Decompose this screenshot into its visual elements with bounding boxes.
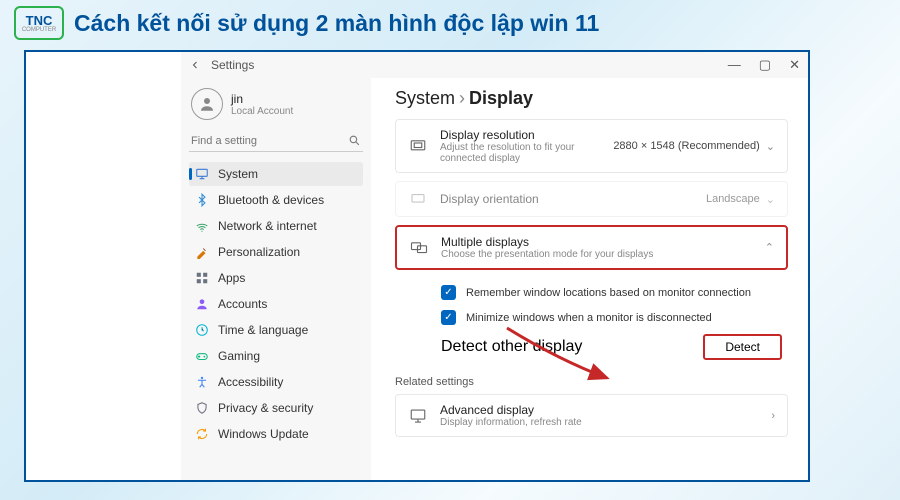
settings-window: Settings — ▢ ✕ jinLocal Account System Bl… <box>181 52 808 480</box>
chevron-right-icon: › <box>771 410 775 422</box>
orientation-title: Display orientation <box>440 192 694 206</box>
advanced-display-desc: Display information, refresh rate <box>440 417 759 428</box>
sidebar-item-label: System <box>218 167 258 181</box>
breadcrumb-root[interactable]: System <box>395 88 455 108</box>
system-icon <box>195 167 209 181</box>
resolution-icon <box>408 137 428 155</box>
sidebar-nav: System Bluetooth & devices Network & inter… <box>189 162 363 446</box>
detect-label: Detect other display <box>441 338 582 356</box>
sidebar-item-time[interactable]: Time & language <box>189 318 363 342</box>
chevron-down-icon: ⌄ <box>766 140 775 153</box>
sidebar-item-label: Time & language <box>218 323 308 337</box>
search-input[interactable] <box>191 135 331 147</box>
acct-icon <box>195 297 209 311</box>
monitor-icon <box>408 407 428 425</box>
sidebar-item-label: Apps <box>218 271 245 285</box>
sidebar-item-label: Privacy & security <box>218 401 313 415</box>
multiple-displays-title: Multiple displays <box>441 235 753 249</box>
bt-icon <box>195 193 209 207</box>
multiple-displays-icon <box>409 239 429 257</box>
sidebar-item-access[interactable]: Accessibility <box>189 370 363 394</box>
orientation-value: Landscape⌄ <box>706 193 775 206</box>
advanced-display-card[interactable]: Advanced displayDisplay information, ref… <box>395 394 788 437</box>
access-icon <box>195 375 209 389</box>
chevron-up-icon[interactable]: ⌃ <box>765 241 774 254</box>
multiple-displays-options: ✓Remember window locations based on moni… <box>395 278 788 368</box>
time-icon <box>195 323 209 337</box>
close-button[interactable]: ✕ <box>789 57 800 73</box>
user-type: Local Account <box>231 106 293 117</box>
sidebar-item-priv[interactable]: Privacy & security <box>189 396 363 420</box>
net-icon <box>195 219 209 233</box>
sidebar-item-label: Windows Update <box>218 427 309 441</box>
advanced-display-title: Advanced display <box>440 403 759 417</box>
article-title: Cách kết nối sử dụng 2 màn hình độc lập … <box>74 10 599 37</box>
search-box[interactable] <box>189 130 363 152</box>
resolution-desc: Adjust the resolution to fit your connec… <box>440 142 601 164</box>
checkbox-checked-icon[interactable]: ✓ <box>441 310 456 325</box>
sidebar-item-label: Personalization <box>218 245 300 259</box>
sidebar-item-upd[interactable]: Windows Update <box>189 422 363 446</box>
priv-icon <box>195 401 209 415</box>
sidebar-item-label: Accounts <box>218 297 267 311</box>
display-resolution-card[interactable]: Display resolutionAdjust the resolution … <box>395 119 788 173</box>
breadcrumb: System›Display <box>395 88 788 109</box>
detect-button[interactable]: Detect <box>703 334 782 360</box>
related-settings-header: Related settings <box>395 368 788 394</box>
game-icon <box>195 349 209 363</box>
titlebar: Settings — ▢ ✕ <box>181 52 808 78</box>
orientation-icon <box>408 190 428 208</box>
apps-icon <box>195 271 209 285</box>
upd-icon <box>195 427 209 441</box>
back-icon[interactable] <box>189 59 201 71</box>
sidebar-item-game[interactable]: Gaming <box>189 344 363 368</box>
sidebar-item-acct[interactable]: Accounts <box>189 292 363 316</box>
sidebar-item-system[interactable]: System <box>189 162 363 186</box>
breadcrumb-current: Display <box>469 88 533 108</box>
search-icon <box>348 134 361 147</box>
sidebar-item-apps[interactable]: Apps <box>189 266 363 290</box>
resolution-value[interactable]: 2880 × 1548 (Recommended)⌄ <box>613 140 775 153</box>
minimize-button[interactable]: — <box>728 57 741 73</box>
multiple-displays-card[interactable]: Multiple displaysChoose the presentation… <box>395 225 788 270</box>
avatar-icon <box>191 88 223 120</box>
sidebar: jinLocal Account System Bluetooth & devic… <box>181 78 371 480</box>
display-orientation-card: Display orientation Landscape⌄ <box>395 181 788 217</box>
minimize-windows-option[interactable]: ✓Minimize windows when a monitor is disc… <box>441 305 782 330</box>
tnc-logo: TNCCOMPUTER <box>14 6 64 40</box>
sidebar-item-label: Bluetooth & devices <box>218 193 324 207</box>
resolution-title: Display resolution <box>440 128 601 142</box>
sidebar-item-label: Network & internet <box>218 219 317 233</box>
sidebar-item-bt[interactable]: Bluetooth & devices <box>189 188 363 212</box>
sidebar-item-pers[interactable]: Personalization <box>189 240 363 264</box>
maximize-button[interactable]: ▢ <box>759 57 771 73</box>
window-title: Settings <box>211 58 254 72</box>
sidebar-item-label: Gaming <box>218 349 260 363</box>
sidebar-item-label: Accessibility <box>218 375 283 389</box>
multiple-displays-desc: Choose the presentation mode for your di… <box>441 249 753 260</box>
user-name: jin <box>231 92 293 106</box>
sidebar-item-net[interactable]: Network & internet <box>189 214 363 238</box>
main-content: System›Display Display resolutionAdjust … <box>371 78 808 480</box>
remember-locations-option[interactable]: ✓Remember window locations based on moni… <box>441 280 782 305</box>
screenshot-frame: Settings — ▢ ✕ jinLocal Account System Bl… <box>24 50 810 482</box>
checkbox-checked-icon[interactable]: ✓ <box>441 285 456 300</box>
pers-icon <box>195 245 209 259</box>
user-profile[interactable]: jinLocal Account <box>189 84 363 130</box>
